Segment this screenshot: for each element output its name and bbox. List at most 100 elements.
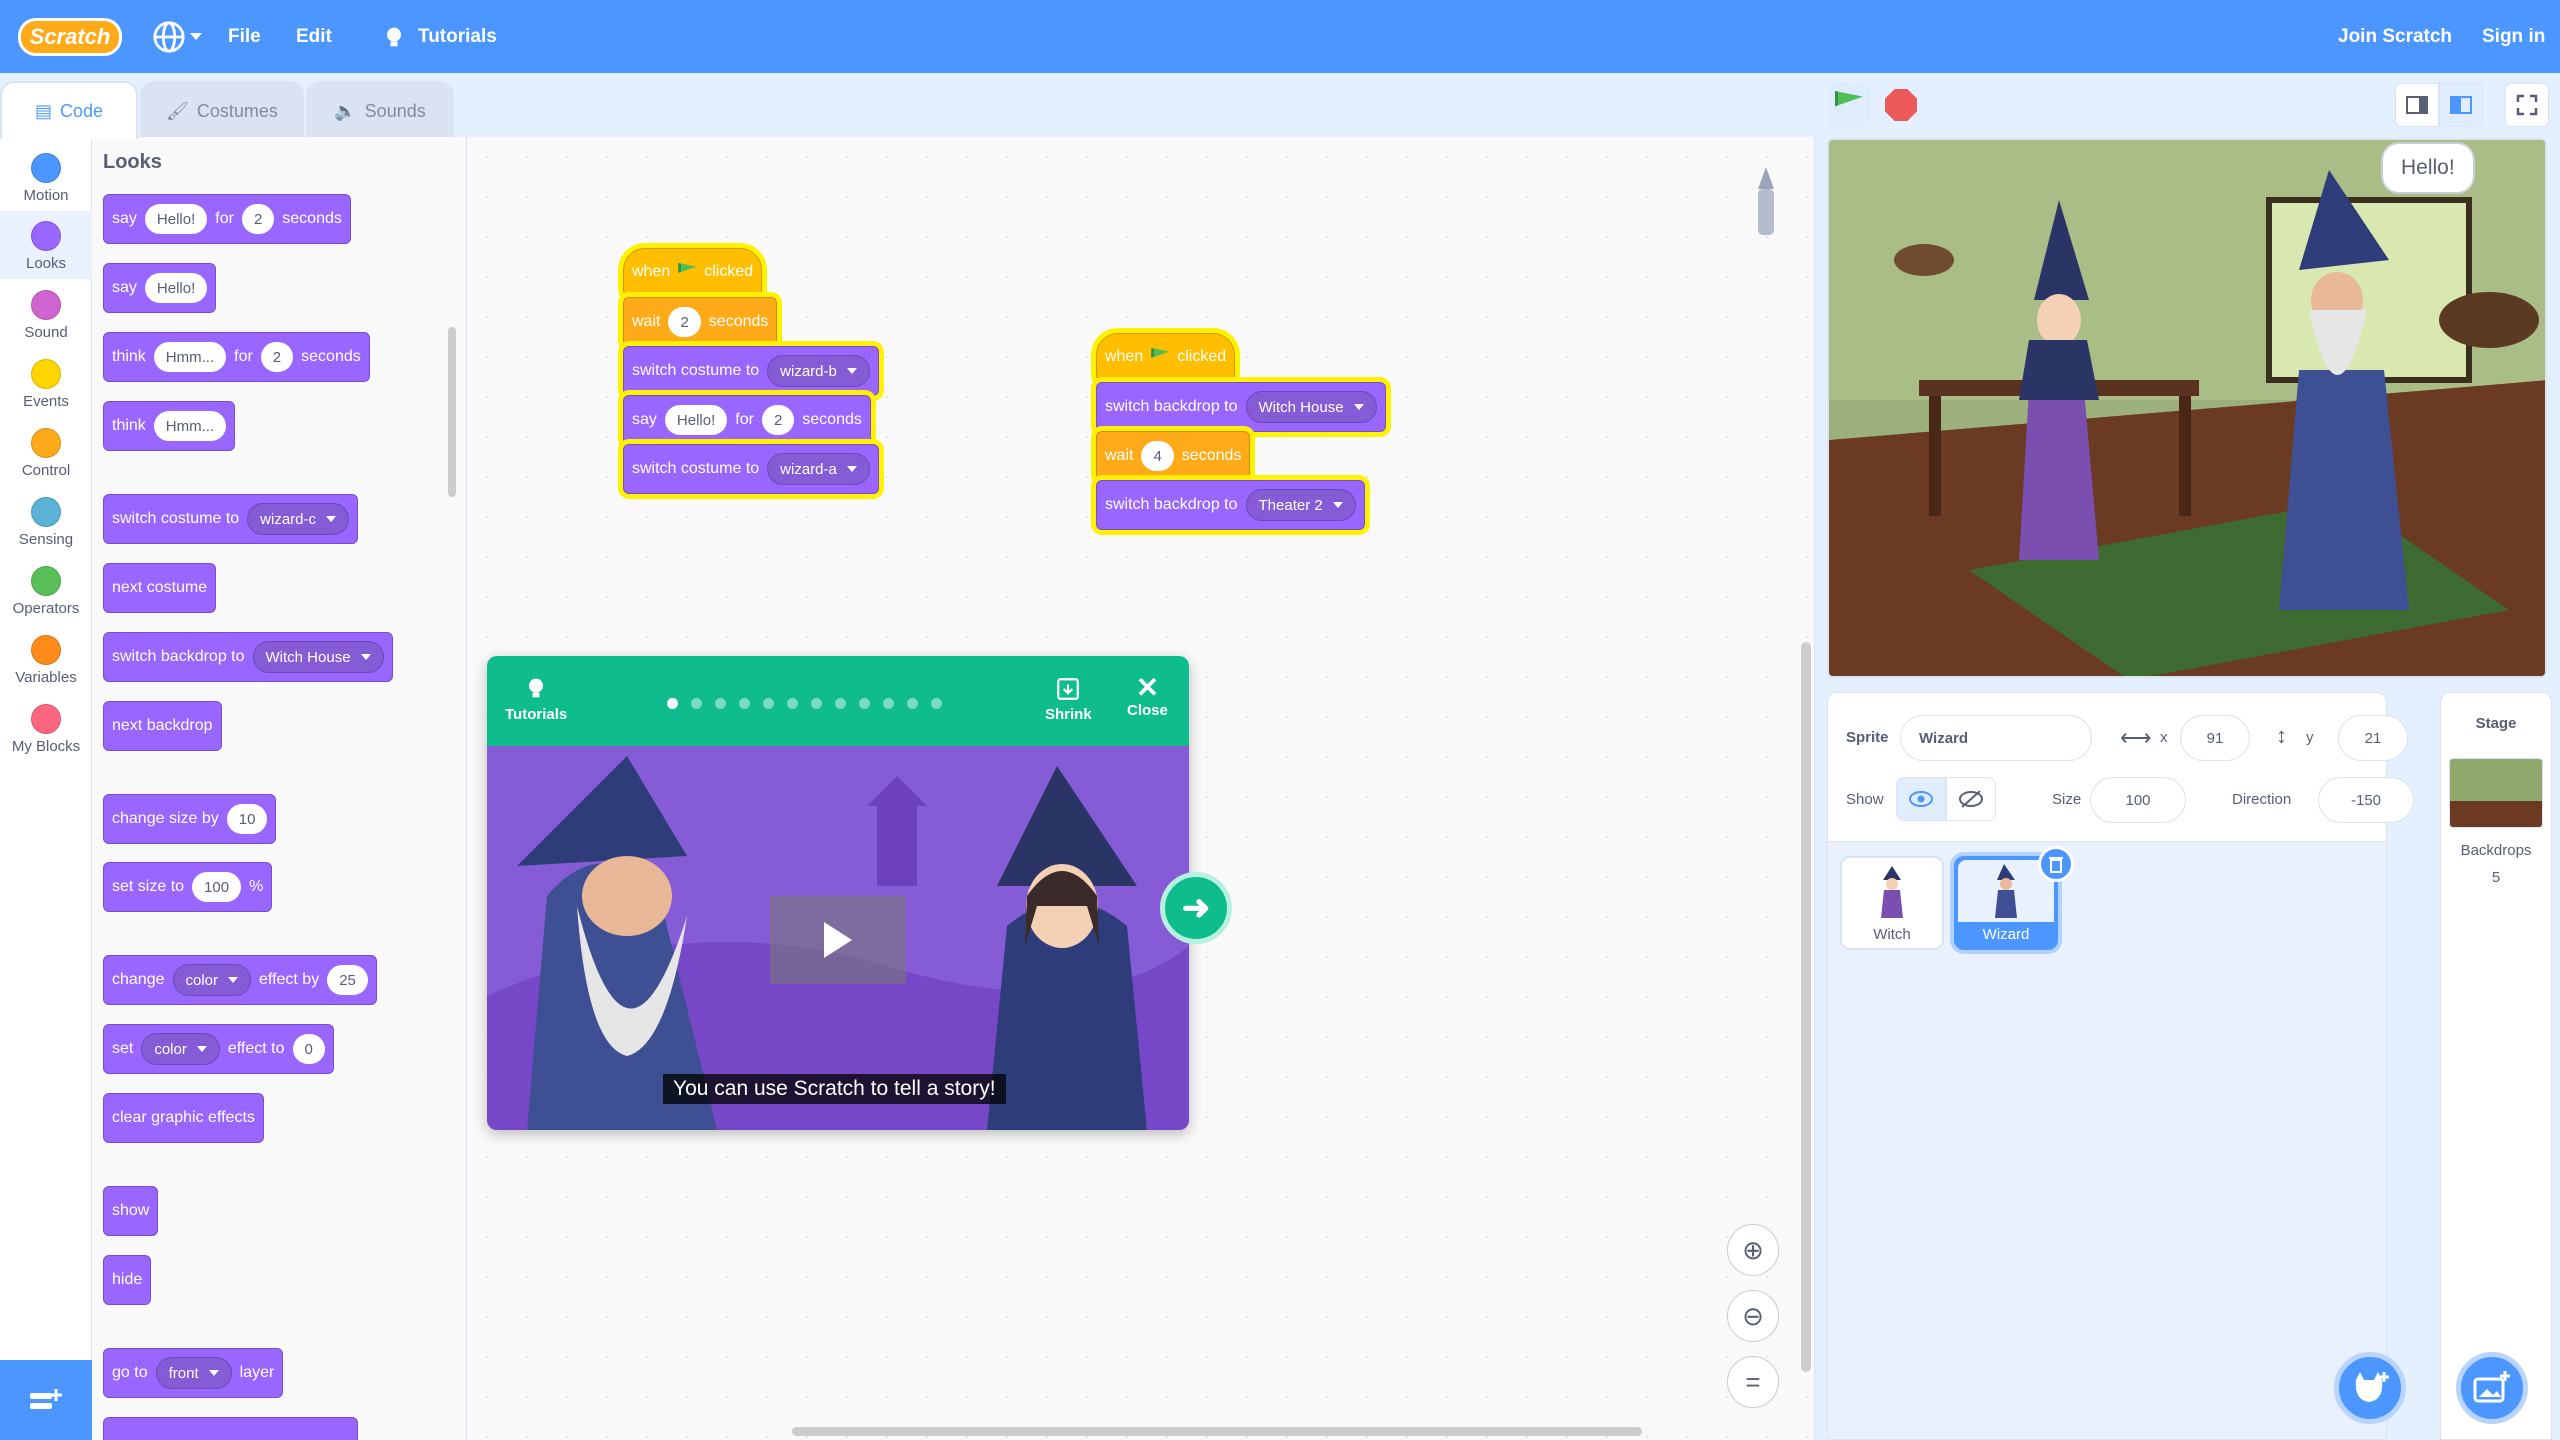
effect-dropdown[interactable]: color [141,1033,220,1065]
tab-code[interactable]: ▤ Code [0,81,138,139]
change-size-block[interactable]: change size by 10 [103,794,277,844]
seconds-input[interactable]: 2 [241,204,275,234]
progress-step-dot[interactable] [883,698,894,709]
stage-selector[interactable]: Stage Backdrops 5 [2440,692,2552,1440]
effect-input[interactable]: 0 [292,1034,325,1064]
progress-step-dot[interactable] [931,698,942,709]
zoom-out-button[interactable]: ⊖ [1727,1290,1779,1342]
layer-dropdown[interactable]: front [155,1357,232,1389]
stop-button[interactable] [1885,89,1917,121]
small-stage-button[interactable] [2395,83,2439,127]
category-operators[interactable]: Operators [0,556,92,624]
category-variables[interactable]: Variables [0,625,92,693]
message-input[interactable]: Hello! [144,204,208,234]
clear-effects-block[interactable]: clear graphic effects [103,1093,264,1143]
next-step-button[interactable]: ➜ [1160,872,1232,944]
show-visible-button[interactable] [1896,777,1946,821]
go-forward-block[interactable] [103,1417,358,1440]
think-block[interactable]: think Hmm... [103,401,236,451]
category-control[interactable]: Control [0,418,92,486]
costume-dropdown[interactable]: wizard-a [767,453,870,485]
effect-input[interactable]: 25 [327,965,368,995]
size-input[interactable]: 100 [2090,777,2186,823]
category-my-blocks[interactable]: My Blocks [0,694,92,762]
large-stage-button[interactable] [2439,83,2483,127]
message-input[interactable]: Hello! [664,405,728,435]
choose-sprite-button[interactable] [2334,1352,2406,1424]
progress-step-dot[interactable] [907,698,918,709]
tutorial-video[interactable]: You can use Scratch to tell a story! [487,746,1189,1130]
costume-dropdown[interactable]: wizard-b [767,355,870,387]
wait-block[interactable]: wait 4 seconds [1096,431,1251,481]
delete-sprite-button[interactable] [2038,846,2074,882]
sprite-name-input[interactable]: Wizard [1900,715,2092,761]
say-for-block[interactable]: say Hello! for 2 seconds [623,395,871,445]
wait-input[interactable]: 4 [1141,441,1174,471]
switch-costume-block[interactable]: switch costume to wizard-a [623,444,879,494]
progress-step-dot[interactable] [715,698,726,709]
zoom-reset-button[interactable]: = [1727,1356,1779,1408]
set-size-block[interactable]: set size to 100 % [103,862,273,912]
category-events[interactable]: Events [0,349,92,417]
category-sound[interactable]: Sound [0,280,92,348]
switch-backdrop-block[interactable]: switch backdrop to Theater 2 [1096,480,1365,530]
direction-input[interactable]: -150 [2318,777,2414,823]
progress-step-dot[interactable] [691,698,702,709]
category-looks[interactable]: Looks [0,211,92,279]
workspace-vertical-scrollbar[interactable] [1801,642,1811,1372]
tutorials-menu[interactable]: Tutorials [380,0,497,73]
size-input[interactable]: 10 [226,804,268,834]
show-hidden-button[interactable] [1946,777,1996,821]
scratch-logo[interactable]: Scratch [18,18,122,56]
show-block[interactable]: show [103,1186,159,1236]
seconds-input[interactable]: 2 [260,342,294,372]
effect-dropdown[interactable]: color [172,964,252,996]
x-input[interactable]: 91 [2180,715,2250,761]
backdrop-dropdown[interactable]: Witch House [252,641,384,673]
zoom-in-button[interactable]: ⊕ [1727,1224,1779,1276]
stage-canvas[interactable]: Hello! [1827,138,2547,678]
tab-sounds[interactable]: 🔈 Sounds [306,81,454,139]
switch-backdrop-block[interactable]: switch backdrop to Witch House [1096,382,1386,432]
when-flag-clicked-hat[interactable]: when clicked [623,248,763,296]
progress-step-dot[interactable] [859,698,870,709]
progress-step-dot[interactable] [763,698,774,709]
category-sensing[interactable]: Sensing [0,487,92,555]
seconds-input[interactable]: 2 [761,405,795,435]
y-input[interactable]: 21 [2338,715,2408,761]
category-motion[interactable]: Motion [0,143,92,211]
change-effect-block[interactable]: change color effect by 25 [103,955,377,1005]
size-input[interactable]: 100 [192,872,242,902]
wait-block[interactable]: wait 2 seconds [623,297,778,347]
message-input[interactable]: Hmm... [153,411,227,441]
message-input[interactable]: Hello! [144,273,208,303]
say-for-block[interactable]: say Hello! for 2 seconds [103,194,351,244]
add-extension-button[interactable] [0,1360,92,1440]
tab-costumes[interactable]: 🖌 Costumes [140,81,304,139]
costume-dropdown[interactable]: wizard-c [247,503,349,535]
edit-menu[interactable]: Edit [296,0,332,73]
fullscreen-button[interactable] [2505,83,2549,127]
workspace-horizontal-scrollbar[interactable] [792,1427,1642,1436]
set-effect-block[interactable]: set color effect to 0 [103,1024,334,1074]
when-flag-clicked-hat[interactable]: when clicked [1096,333,1236,381]
language-menu[interactable] [152,0,202,73]
progress-step-dot[interactable] [739,698,750,709]
progress-step-dot[interactable] [835,698,846,709]
sign-in-link[interactable]: Sign in [2482,0,2545,73]
play-button[interactable] [770,896,906,984]
switch-costume-block[interactable]: switch costume to wizard-b [623,346,879,396]
progress-step-dot[interactable] [667,698,678,709]
choose-backdrop-button[interactable] [2456,1352,2528,1424]
message-input[interactable]: Hmm... [153,342,227,372]
join-scratch-link[interactable]: Join Scratch [2338,0,2452,73]
close-button[interactable]: ✕ Close [1127,674,1168,720]
backdrop-dropdown[interactable]: Witch House [1245,391,1377,423]
backdrop-dropdown[interactable]: Theater 2 [1245,489,1356,521]
progress-step-dot[interactable] [787,698,798,709]
next-backdrop-block[interactable]: next backdrop [103,701,222,751]
think-for-block[interactable]: think Hmm... for 2 seconds [103,332,370,382]
next-costume-block[interactable]: next costume [103,563,217,613]
switch-backdrop-block[interactable]: switch backdrop to Witch House [103,632,393,682]
file-menu[interactable]: File [228,0,261,73]
